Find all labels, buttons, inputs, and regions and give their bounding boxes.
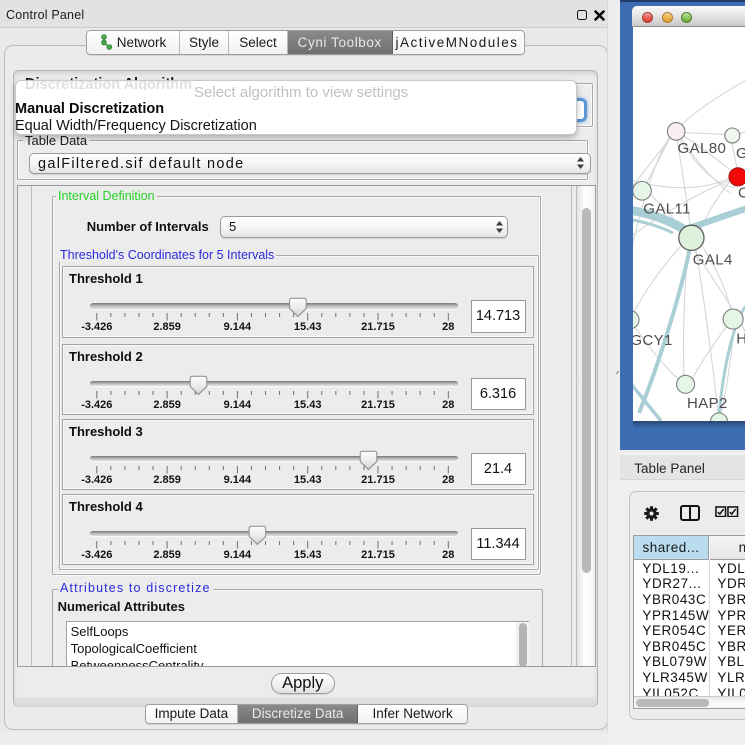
svg-text:2.859: 2.859 bbox=[153, 321, 181, 333]
svg-text:GAL4: GAL4 bbox=[692, 252, 732, 269]
svg-text:9.144: 9.144 bbox=[224, 399, 252, 411]
svg-text:GAL7: GAL7 bbox=[736, 145, 745, 162]
svg-text:28: 28 bbox=[442, 321, 454, 333]
svg-text:21.715: 21.715 bbox=[361, 549, 395, 561]
svg-text:21.715: 21.715 bbox=[361, 399, 395, 411]
svg-text:15.43: 15.43 bbox=[294, 321, 322, 333]
svg-text:28: 28 bbox=[442, 399, 454, 411]
svg-text:15.43: 15.43 bbox=[294, 399, 322, 411]
svg-text:-3.426: -3.426 bbox=[81, 549, 112, 561]
svg-text:GCY1: GCY1 bbox=[633, 332, 673, 349]
svg-text:2.859: 2.859 bbox=[153, 549, 181, 561]
svg-text:9.144: 9.144 bbox=[224, 549, 252, 561]
svg-text:GAL80: GAL80 bbox=[677, 140, 726, 157]
svg-text:28: 28 bbox=[442, 474, 454, 486]
svg-text:2.859: 2.859 bbox=[153, 399, 181, 411]
svg-text:-3.426: -3.426 bbox=[81, 474, 112, 486]
svg-text:-3.426: -3.426 bbox=[81, 321, 112, 333]
svg-text:9.144: 9.144 bbox=[224, 321, 252, 333]
svg-text:CBF1: CBF1 bbox=[738, 185, 745, 202]
svg-text:HAP2: HAP2 bbox=[687, 395, 728, 412]
svg-text:15.43: 15.43 bbox=[294, 549, 322, 561]
svg-text:-3.426: -3.426 bbox=[81, 399, 112, 411]
svg-text:15.43: 15.43 bbox=[294, 474, 322, 486]
svg-text:2.859: 2.859 bbox=[153, 474, 181, 486]
svg-text:HAP2: HAP2 bbox=[736, 331, 745, 348]
svg-text:28: 28 bbox=[442, 549, 454, 561]
svg-text:GAL11: GAL11 bbox=[643, 201, 691, 218]
svg-text:21.715: 21.715 bbox=[361, 474, 395, 486]
svg-text:9.144: 9.144 bbox=[224, 474, 252, 486]
svg-text:21.715: 21.715 bbox=[361, 321, 395, 333]
